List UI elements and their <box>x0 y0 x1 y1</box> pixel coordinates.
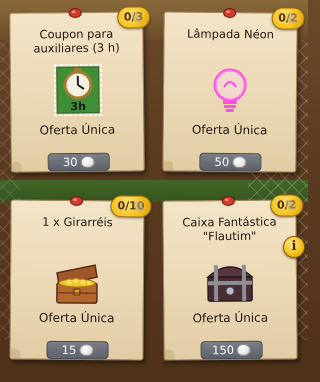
purchase-counter-badge: 0/10 <box>110 195 152 218</box>
purchase-counter-badge: 0/2 <box>271 7 305 30</box>
offer-card-neon-lamp[interactable]: Lâmpada Néon 0/2 Oferta Única 50 <box>162 7 305 173</box>
treasure-chest-icon <box>56 264 98 304</box>
fantasy-box-icon <box>206 264 254 302</box>
neon-lamp-icon <box>213 68 247 113</box>
offer-label: Oferta Única <box>191 122 268 138</box>
purchase-counter-badge: 0/3 <box>116 6 151 29</box>
offer-title: Coupon para auxiliares (3 h) <box>33 26 120 56</box>
purchase-counter-badge: 0/2 <box>269 194 304 217</box>
price-value: 15 <box>61 342 77 357</box>
pearl-icon <box>237 343 252 356</box>
pin-icon <box>68 8 82 19</box>
buy-button[interactable]: 150 <box>200 340 263 360</box>
info-button[interactable]: i <box>283 236 305 258</box>
coupon-duration-label: 3h <box>70 100 86 113</box>
offer-label: Oferta Única <box>192 310 269 326</box>
clock-coupon-icon: 3h <box>53 63 103 117</box>
offer-title: Lâmpada Néon <box>186 26 275 42</box>
pin-icon <box>223 7 237 18</box>
buy-button[interactable]: 30 <box>47 152 110 172</box>
price-value: 150 <box>212 342 235 358</box>
price-value: 30 <box>62 154 78 170</box>
price-value: 50 <box>214 154 230 169</box>
offer-card-coupon[interactable]: Coupon para auxiliares (3 h) 0/3 3h Ofer… <box>9 6 151 173</box>
offer-card-fantasy-box[interactable]: Caixa Fantástica "Flautim" 0/2 Oferta Ún… <box>162 194 304 361</box>
buy-button[interactable]: 15 <box>46 340 109 360</box>
pin-icon <box>70 195 84 206</box>
offer-label: Oferta Única <box>38 310 115 326</box>
pearl-icon <box>79 344 94 357</box>
pin-icon <box>221 196 235 207</box>
offer-title: Caixa Fantástica "Flautim" <box>182 214 277 244</box>
pearl-icon <box>232 156 247 169</box>
offer-label: Oferta Única <box>39 122 116 138</box>
offer-card-girarreis[interactable]: 1 x Girarréis 0/10 Oferta Única 15 <box>9 195 152 361</box>
buy-button[interactable]: 50 <box>199 152 262 172</box>
info-icon: i <box>291 239 297 254</box>
pearl-icon <box>80 155 95 168</box>
